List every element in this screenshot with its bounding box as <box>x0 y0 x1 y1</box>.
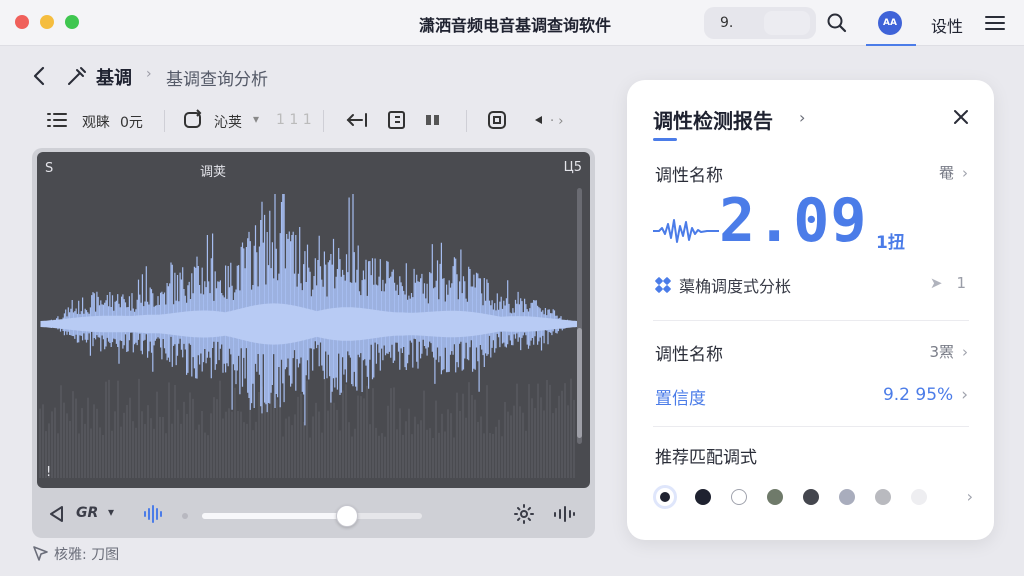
mode-swatch-row: › <box>653 484 973 512</box>
waveform-graph <box>39 194 579 478</box>
mode-swatch[interactable] <box>695 489 711 505</box>
close-icon[interactable] <box>952 108 970 130</box>
key-report-panel: 调性检测报告 › 调性名称 罨 › 2.09 1扭 蕖桷调度式分枨 ➤ 1 调性名称… <box>627 80 994 540</box>
breadcrumb: 基调 › 基调查询分析 <box>30 62 350 90</box>
toolbar-divider <box>164 110 165 132</box>
rewind-icon[interactable] <box>48 504 66 528</box>
analysis-count: ➤ 1 <box>930 274 966 292</box>
waveform-title: 调荚 <box>200 165 227 180</box>
slider-start-dot <box>182 513 188 519</box>
chevron-right-icon: › <box>962 343 968 361</box>
volume-icon[interactable]: · › <box>532 109 582 133</box>
back-arrow-icon[interactable] <box>30 65 50 91</box>
cursor-icon <box>33 546 48 561</box>
waveform-corner-label: Ц5 <box>563 160 582 175</box>
toolbar-divider <box>323 110 324 132</box>
mode-swatch[interactable] <box>911 489 927 505</box>
hamburger-menu-icon[interactable] <box>983 11 1007 35</box>
profile-tab[interactable]: AA <box>866 0 916 46</box>
chevron-down-icon[interactable]: ▾ <box>253 112 259 136</box>
analysis-link[interactable]: 蕖桷调度式分枨 <box>679 273 791 297</box>
chevron-right-icon: › <box>961 385 968 405</box>
chevron-right-icon: › <box>962 164 968 182</box>
mode-swatch[interactable] <box>767 489 783 505</box>
divider <box>653 426 969 427</box>
search-blur-area <box>764 11 810 35</box>
faint-label: 1 1 1 <box>276 112 312 128</box>
key-name-label: 调性名称 <box>655 345 723 365</box>
waveform-scrollbar[interactable] <box>577 188 582 444</box>
recommend-label: 推荐匹配调式 <box>655 448 757 468</box>
settings-link[interactable]: 设性 <box>931 13 963 37</box>
footnote: 核雅: 刀图 <box>32 544 119 564</box>
list-label[interactable]: 观睐 <box>82 112 110 136</box>
export-icon[interactable] <box>486 109 508 133</box>
search-input[interactable]: 9. <box>704 7 816 39</box>
maximize-window-button[interactable] <box>65 15 79 29</box>
waveform-toolbar: 观睐 0元 沁荚 ▾ 1 1 1 · › <box>36 104 596 138</box>
mode-swatch[interactable] <box>875 489 891 505</box>
analysis-icon <box>654 276 672 298</box>
mini-waveform-icon <box>653 219 719 243</box>
close-window-button[interactable] <box>15 15 29 29</box>
count-label: 0元 <box>120 115 143 131</box>
avatar: AA <box>878 11 902 35</box>
trim-left-icon[interactable] <box>346 109 370 133</box>
chevron-right-icon[interactable]: › <box>967 487 973 506</box>
tuning-tool-icon <box>66 65 88 91</box>
divider <box>653 320 969 321</box>
mode-swatch-selected[interactable] <box>653 485 677 509</box>
position-slider[interactable] <box>202 513 422 519</box>
key-value-unit: 1扭 <box>876 233 905 253</box>
transport-bar: GR ▾ <box>32 494 595 534</box>
mode-swatch[interactable] <box>839 489 855 505</box>
loop-icon[interactable] <box>182 109 204 133</box>
arrow-icon: ➤ <box>929 274 943 292</box>
title-underline <box>653 138 677 141</box>
footnote-text: 核雅: 刀图 <box>54 547 120 563</box>
key-name-label: 调性名称 <box>655 166 723 186</box>
svg-text:· ›: · › <box>550 114 563 129</box>
title-bar: 潇洒音频电音基调查询软件 9. AA 设性 <box>0 0 1024 46</box>
breadcrumb-sub[interactable]: 基调查询分析 <box>166 65 268 90</box>
search-icon[interactable] <box>825 11 849 35</box>
key-value: 2.09 <box>719 186 868 256</box>
waveform-marker-label: ! <box>46 465 52 480</box>
key-name-row[interactable]: 罨 › <box>939 162 968 183</box>
slider-fill <box>202 513 348 519</box>
app-title: 潇洒音频电音基调查询软件 <box>418 16 611 35</box>
waveform-canvas[interactable]: S 调荚 Ц5 ! <box>37 152 590 488</box>
pause-icon[interactable] <box>422 109 444 133</box>
mode-swatch[interactable] <box>731 489 747 505</box>
key-name-row[interactable]: 3罴 › <box>929 341 968 362</box>
mode-swatch[interactable] <box>803 489 819 505</box>
breadcrumb-separator: › <box>146 66 152 82</box>
split-wave-icon[interactable] <box>142 504 164 528</box>
chevron-right-icon[interactable]: › <box>799 108 805 127</box>
split-icon[interactable] <box>386 109 408 133</box>
search-value: 9. <box>720 15 734 31</box>
playback-mode[interactable]: GR <box>76 505 98 521</box>
confidence-row[interactable]: 9.2 95% › <box>883 385 968 405</box>
scrollbar-thumb[interactable] <box>577 328 582 438</box>
report-title: 调性检测报告 <box>653 109 773 133</box>
key-name-value: 3罴 <box>929 343 954 361</box>
analysis-count-value: 1 <box>956 274 966 292</box>
audio-levels-icon[interactable] <box>552 504 576 528</box>
slider-thumb[interactable] <box>336 505 359 527</box>
breadcrumb-current[interactable]: 基调 <box>96 64 132 90</box>
confidence-value: 9.2 95% <box>882 385 954 405</box>
mode-select[interactable]: 沁荚 <box>214 112 242 136</box>
waveform-panel: S 调荚 Ц5 ! GR ▾ <box>32 148 595 538</box>
chevron-down-icon[interactable]: ▾ <box>108 505 114 519</box>
confidence-label: 置信度 <box>655 389 706 409</box>
key-name-value: 罨 <box>938 164 954 182</box>
minimize-window-button[interactable] <box>40 15 54 29</box>
waveform-channel-label: S <box>45 161 54 176</box>
list-view-icon[interactable] <box>46 109 68 133</box>
toolbar-divider <box>466 110 467 132</box>
settings-gear-icon[interactable] <box>513 503 535 529</box>
